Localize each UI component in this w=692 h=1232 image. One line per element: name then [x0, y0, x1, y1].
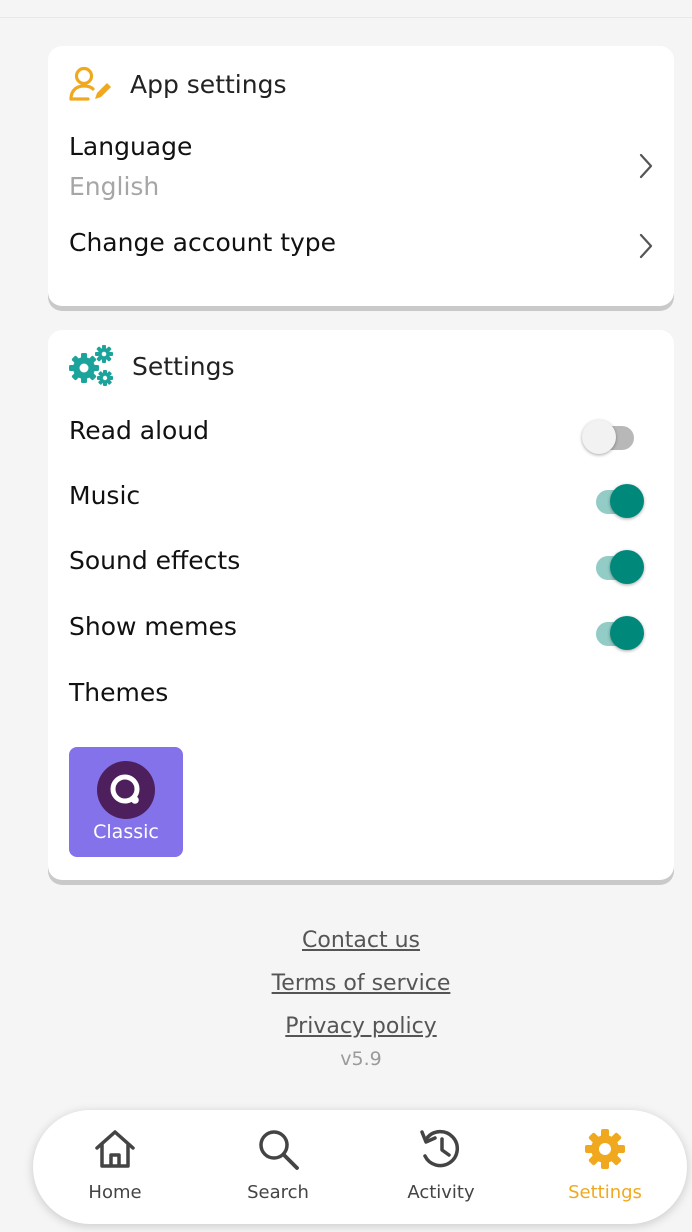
theme-classic-label: Classic	[93, 821, 159, 843]
bottom-navigation: Home Search Activity Settings	[33, 1110, 687, 1224]
gear-icon	[585, 1129, 625, 1169]
toggle-knob	[610, 484, 644, 518]
sound-effects-toggle[interactable]	[586, 544, 646, 584]
sound-effects-label: Sound effects	[69, 546, 241, 575]
settings-header: Settings	[68, 344, 235, 388]
app-settings-title: App settings	[130, 69, 287, 99]
show-memes-toggle[interactable]	[586, 610, 646, 650]
language-label: Language	[69, 132, 193, 161]
contact-us-link[interactable]: Contact us	[0, 928, 692, 953]
music-label: Music	[69, 481, 141, 510]
nav-search-label: Search	[247, 1182, 309, 1203]
toggle-knob	[610, 616, 644, 650]
search-icon	[259, 1130, 299, 1170]
read-aloud-label: Read aloud	[69, 416, 210, 445]
themes-label: Themes	[69, 678, 169, 707]
app-settings-header: App settings	[68, 66, 286, 102]
music-toggle[interactable]	[586, 478, 646, 518]
chevron-right-icon	[639, 233, 653, 259]
theme-classic-tile[interactable]: Classic	[69, 747, 183, 857]
nav-activity[interactable]: Activity	[371, 1110, 511, 1224]
settings-title: Settings	[132, 351, 235, 381]
history-icon	[420, 1129, 459, 1168]
home-icon	[95, 1130, 135, 1168]
show-memes-label: Show memes	[69, 612, 237, 641]
chevron-right-icon	[639, 153, 653, 179]
nav-settings-label: Settings	[568, 1182, 642, 1203]
app-version: v5.9	[340, 1048, 382, 1070]
language-value: English	[69, 172, 160, 201]
nav-home-label: Home	[88, 1182, 142, 1203]
terms-of-service-link[interactable]: Terms of service	[0, 971, 692, 996]
change-account-type-label: Change account type	[69, 228, 337, 257]
app-settings-card: App settings Language English Change acc…	[48, 46, 674, 306]
toggle-knob	[582, 420, 616, 454]
gears-icon	[69, 345, 113, 386]
nav-home[interactable]: Home	[45, 1110, 185, 1224]
read-aloud-toggle[interactable]	[582, 414, 646, 454]
classic-logo-icon	[97, 761, 155, 819]
toggle-knob	[610, 550, 644, 584]
nav-settings[interactable]: Settings	[535, 1110, 675, 1224]
privacy-policy-link[interactable]: Privacy policy	[0, 1014, 692, 1039]
user-edit-icon	[69, 66, 111, 101]
top-divider	[0, 17, 692, 18]
nav-search[interactable]: Search	[208, 1110, 348, 1224]
settings-card: Settings Read aloud Music Sound effects …	[48, 330, 674, 880]
nav-activity-label: Activity	[407, 1182, 475, 1203]
